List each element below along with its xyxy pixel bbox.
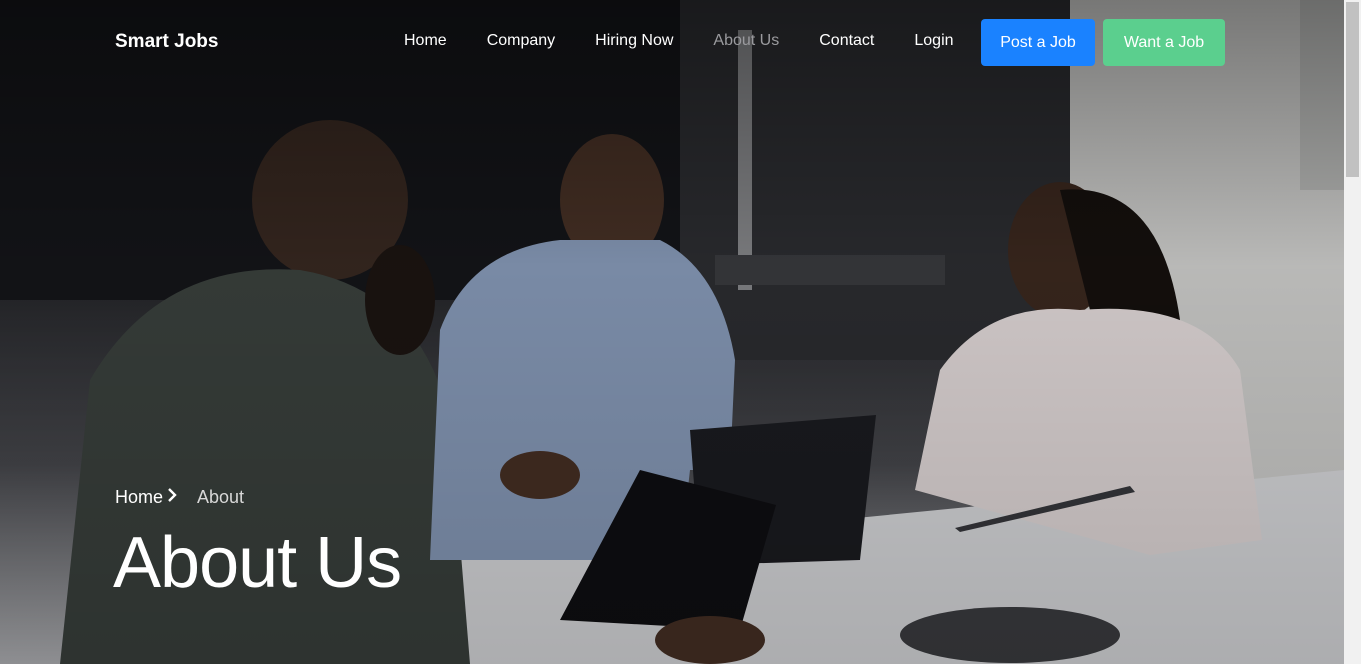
post-job-button[interactable]: Post a Job: [981, 19, 1095, 66]
chevron-right-icon: [167, 488, 177, 507]
page-title: About Us: [113, 523, 402, 603]
nav-link-company[interactable]: Company: [487, 32, 555, 50]
breadcrumb: Home About: [115, 487, 244, 508]
nav-link-about-us[interactable]: About Us: [713, 32, 779, 50]
scrollbar-thumb[interactable]: [1346, 2, 1359, 177]
top-navbar: Smart Jobs Home Company Hiring Now About…: [0, 0, 1344, 86]
brand-logo[interactable]: Smart Jobs: [115, 31, 218, 53]
nav-link-contact[interactable]: Contact: [819, 32, 874, 50]
breadcrumb-home-link[interactable]: Home: [115, 487, 163, 508]
breadcrumb-current: About: [197, 487, 245, 507]
nav-link-home[interactable]: Home: [404, 32, 447, 50]
nav-link-hiring-now[interactable]: Hiring Now: [595, 32, 673, 50]
nav-links: Home Company Hiring Now About Us Contact…: [404, 32, 994, 50]
nav-link-login[interactable]: Login: [914, 32, 953, 50]
page-scrollbar[interactable]: [1344, 0, 1361, 664]
want-job-button[interactable]: Want a Job: [1103, 19, 1225, 66]
